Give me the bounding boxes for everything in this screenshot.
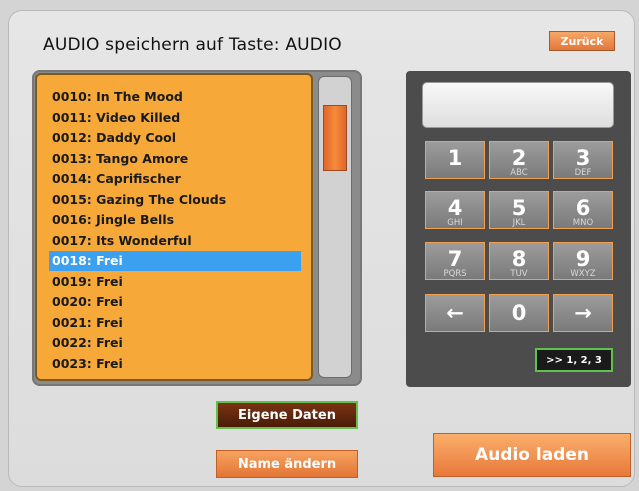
key-6[interactable]: 6 MNO [553,191,613,229]
key-5[interactable]: 5 JKL [489,191,549,229]
key-2[interactable]: 2 ABC [489,141,549,179]
key-letters: DEF [574,168,592,178]
list-item[interactable]: 0013: Tango Amore [49,149,301,169]
list-item[interactable]: 0015: Gazing The Clouds [49,190,301,210]
key-digit: 2 [511,146,527,170]
keypad-display [422,82,614,128]
list-item[interactable]: 0021: Frei [49,313,301,333]
key-0[interactable]: 0 [489,294,549,332]
list-item[interactable]: 0010: In The Mood [49,87,301,107]
key-digit: 6 [575,196,591,220]
right-arrow-key[interactable]: → [553,294,613,332]
key-letters: ABC [510,168,528,178]
key-digit: 4 [447,196,463,220]
list-item[interactable]: 0023: Frei [49,354,301,374]
key-7[interactable]: 7 PQRS [425,242,485,280]
scrollbar-thumb[interactable] [323,105,347,171]
key-letters: MNO [572,218,594,228]
list-item[interactable]: 0012: Daddy Cool [49,128,301,148]
list-item[interactable]: 0016: Jingle Bells [49,210,301,230]
page-title: AUDIO speichern auf Taste: AUDIO [43,35,342,55]
key-letters: WXYZ [570,269,596,279]
left-arrow-key[interactable]: ← [425,294,485,332]
audio-laden-button[interactable]: Audio laden [433,433,631,477]
left-arrow-icon: ← [446,301,464,325]
right-arrow-icon: → [574,301,592,325]
key-letters: PQRS [443,269,467,279]
key-digit: 1 [447,146,463,170]
key-letters: JKL [512,218,526,228]
key-1[interactable]: 1 [425,141,485,179]
back-button[interactable]: Zurück [549,31,615,51]
key-8[interactable]: 8 TUV [489,242,549,280]
eigene-daten-button[interactable]: Eigene Daten [216,401,358,429]
key-digit: 3 [575,146,591,170]
list-item[interactable]: 0022: Frei [49,333,301,353]
key-digit: 5 [511,196,527,220]
key-digit: 9 [575,247,591,271]
name-aendern-button[interactable]: Name ändern [216,450,358,478]
key-9[interactable]: 9 WXYZ [553,242,613,280]
key-3[interactable]: 3 DEF [553,141,613,179]
keypad-mode-button[interactable]: >> 1, 2, 3 [535,348,613,372]
list-item[interactable]: 0018: Frei [49,251,301,271]
list-item[interactable]: 0011: Video Killed [49,108,301,128]
list-item[interactable]: 0020: Frei [49,292,301,312]
key-letters: GHI [447,218,463,228]
list-item[interactable]: 0014: Caprifischer [49,169,301,189]
audio-list[interactable]: 0010: In The Mood 0011: Video Killed 0012:… [35,73,313,381]
key-letters: TUV [510,269,528,279]
key-digit: 7 [447,247,463,271]
list-item[interactable]: 0017: Its Wonderful [49,231,301,251]
key-digit: 8 [511,247,527,271]
list-item[interactable]: 0019: Frei [49,272,301,292]
key-4[interactable]: 4 GHI [425,191,485,229]
